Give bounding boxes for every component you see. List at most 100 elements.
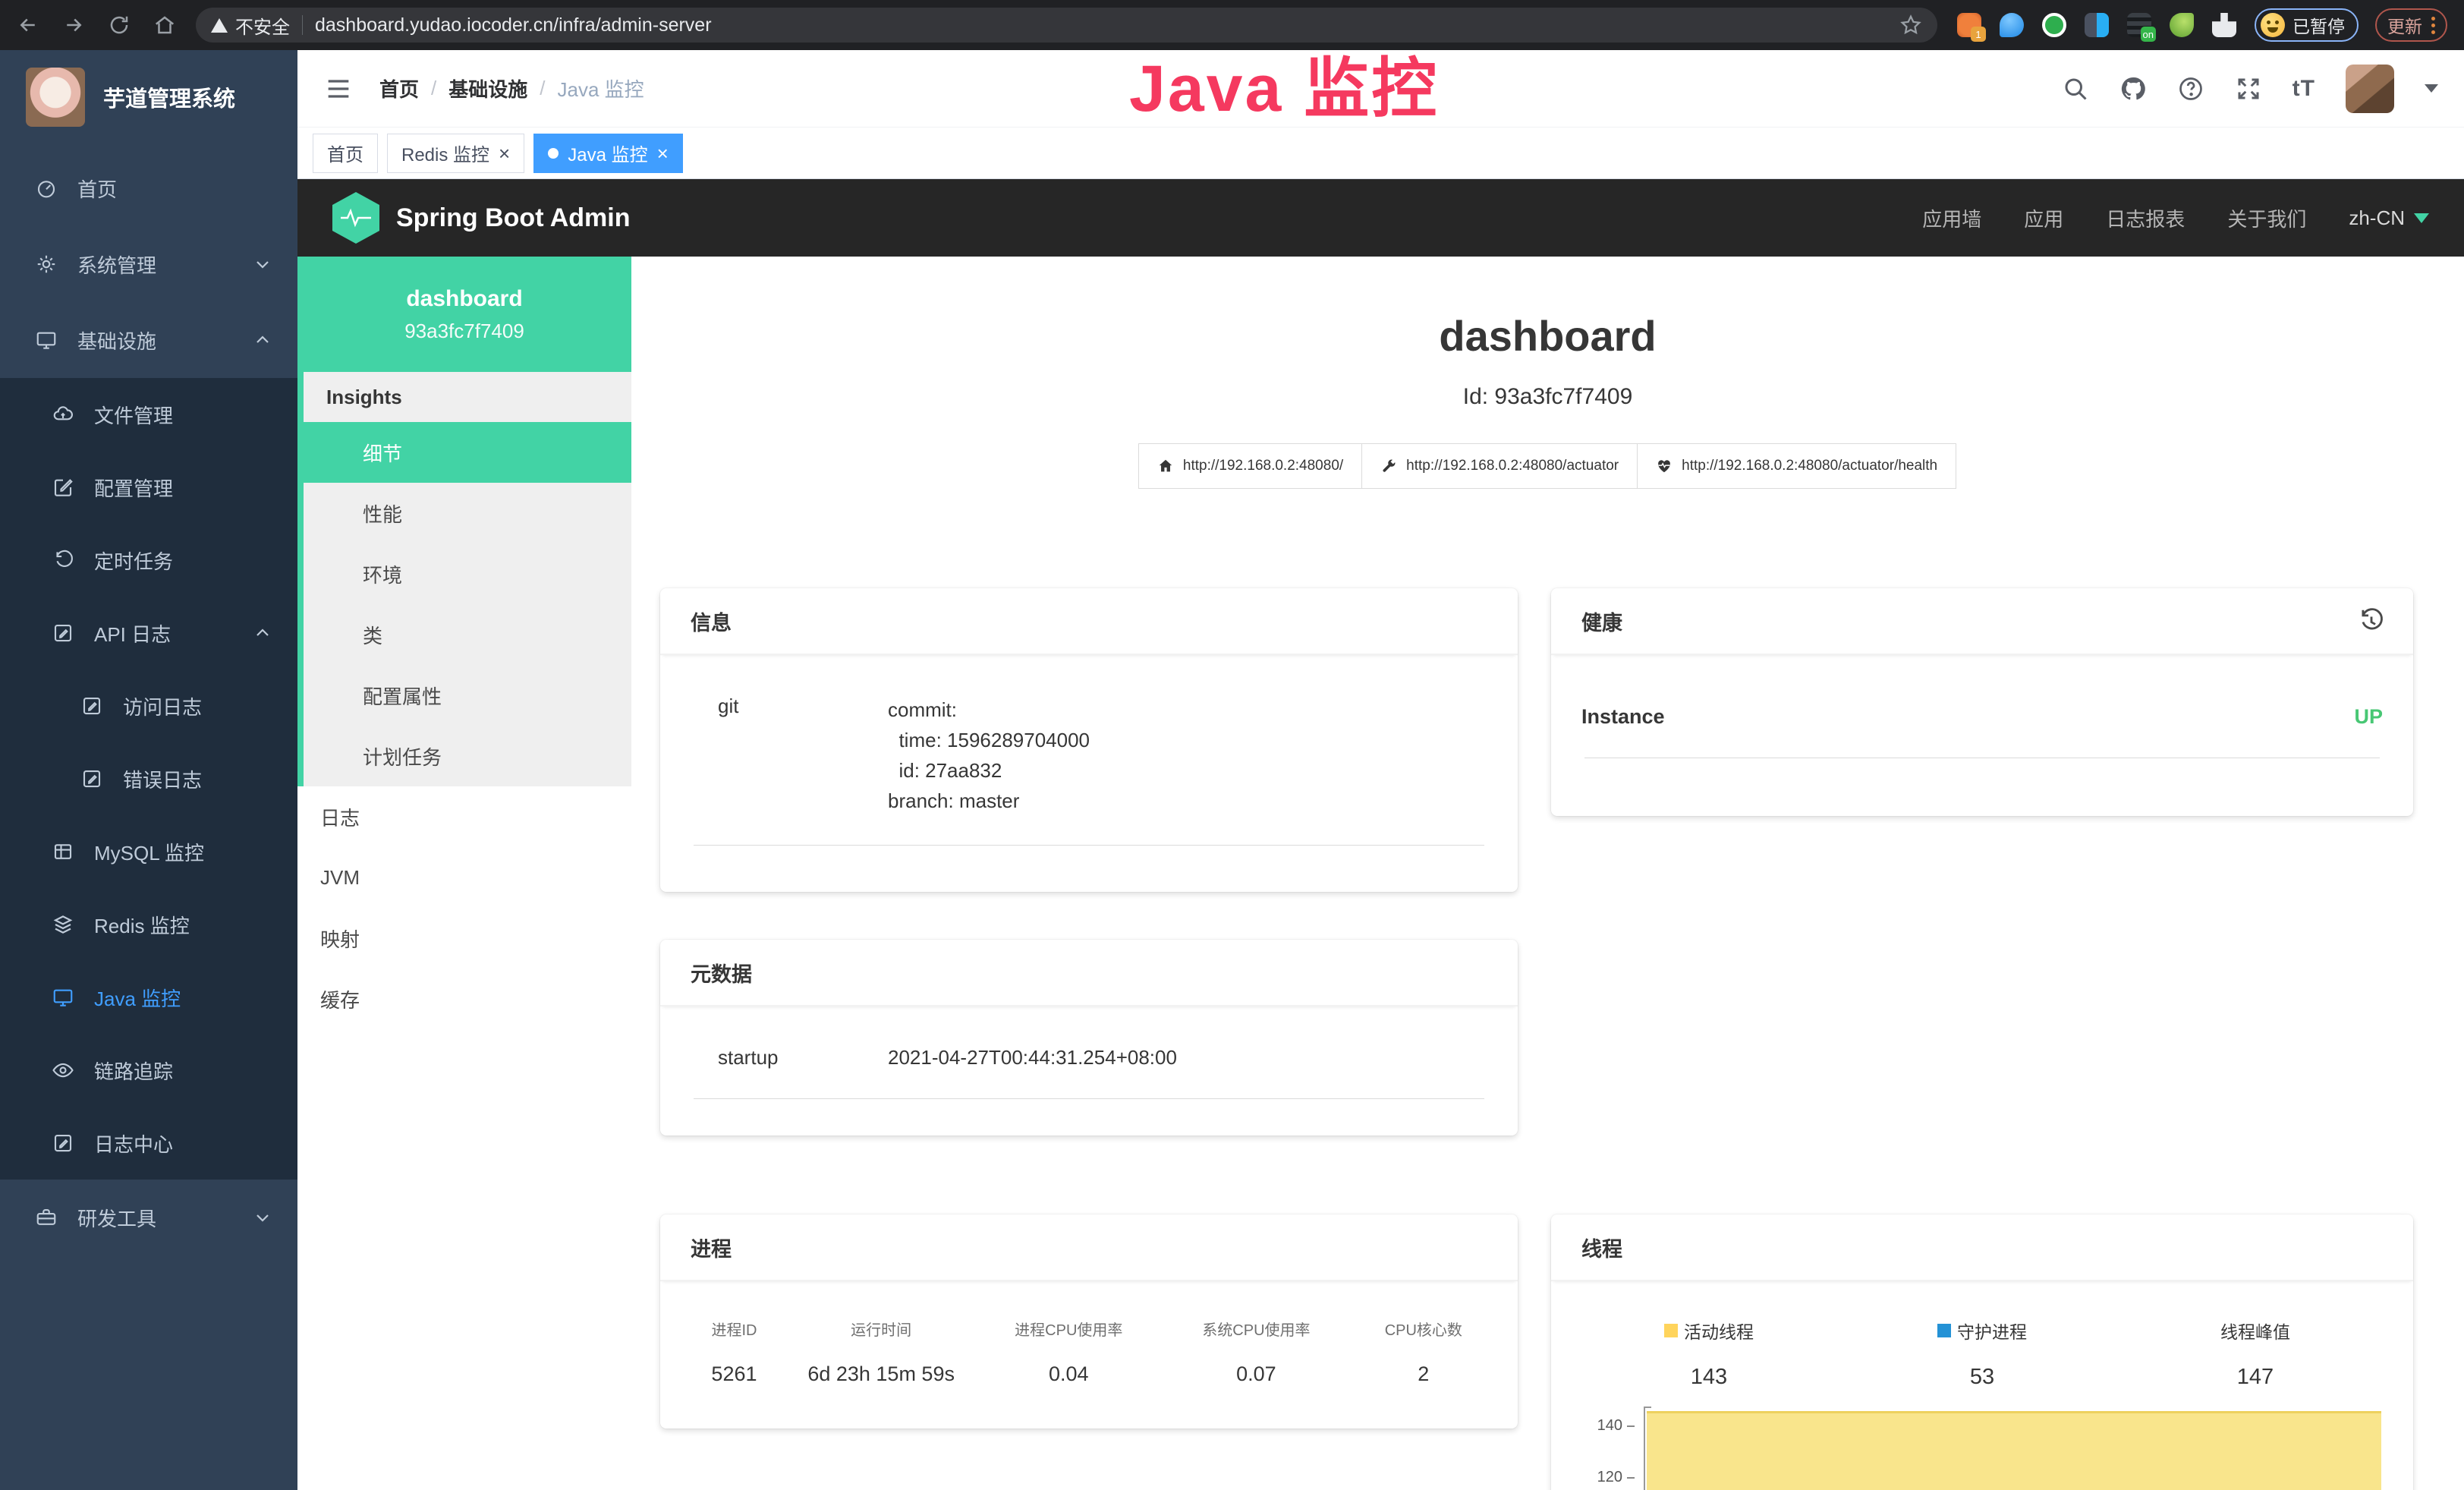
ext-puzzle-icon[interactable]	[2212, 13, 2236, 37]
tab-label: 首页	[327, 140, 363, 166]
github-icon[interactable]	[2119, 75, 2147, 102]
sba-menu-details[interactable]: 细节	[304, 422, 631, 483]
ext-green-circle-icon[interactable]	[2042, 13, 2066, 37]
breadcrumb-infra[interactable]: 基础设施	[448, 74, 527, 102]
sidebar-item-home[interactable]: 首页	[0, 150, 297, 226]
sba-instance-header[interactable]: dashboard 93a3fc7f7409	[297, 257, 631, 372]
url-text[interactable]: dashboard.yudao.iocoder.cn/infra/admin-s…	[315, 14, 712, 36]
bookmark-star-icon[interactable]	[1899, 14, 1922, 36]
section-insights[interactable]: Insights	[304, 372, 631, 422]
threads-chart: 140 120 100	[1572, 1405, 2392, 1490]
tab-java-monitor[interactable]: Java 监控 ×	[533, 134, 683, 173]
monitor-icon	[35, 329, 58, 351]
wrench-icon	[1380, 458, 1397, 474]
sidebar-item-label: 文件管理	[94, 401, 272, 429]
sba-nav-about[interactable]: 关于我们	[2227, 204, 2306, 232]
table-grid-icon	[52, 840, 74, 863]
back-icon[interactable]	[17, 14, 39, 36]
security-label[interactable]: 不安全	[235, 12, 290, 39]
sidebar-item-redis-monitor[interactable]: Redis 监控	[0, 888, 297, 961]
sba-menu-environment[interactable]: 环境	[304, 543, 631, 604]
sidebar-item-java-monitor[interactable]: Java 监控	[0, 961, 297, 1034]
sba-menu-logs[interactable]: 日志	[297, 786, 631, 847]
metadata-card-title: 元数据	[660, 940, 1518, 1006]
sidebar-item-access-log[interactable]: 访问日志	[0, 669, 297, 742]
sidebar-item-system[interactable]: 系统管理	[0, 226, 297, 302]
fullscreen-icon[interactable]	[2235, 75, 2262, 102]
ext-pin-icon[interactable]	[2000, 13, 2024, 37]
sidebar-item-dev-tools[interactable]: 研发工具	[0, 1180, 297, 1255]
health-instance-label: Instance	[1581, 705, 1665, 729]
ext-orange-icon[interactable]: 1	[1957, 13, 1981, 37]
sba-content: dashboard Id: 93a3fc7f7409 http://192.16…	[631, 257, 2464, 1490]
sba-brand-title[interactable]: Spring Boot Admin	[396, 203, 630, 233]
briefcase-icon	[35, 1206, 58, 1229]
metadata-key: startup	[691, 1046, 888, 1069]
sidebar-item-label: 日志中心	[94, 1129, 272, 1158]
legend-blue-swatch-icon	[1937, 1324, 1951, 1337]
ext-leaf-icon[interactable]	[2170, 13, 2194, 37]
sidebar-item-label: 访问日志	[123, 692, 272, 720]
sidebar-item-infra[interactable]: 基础设施	[0, 302, 297, 378]
sba-locale-select[interactable]: zh-CN	[2349, 206, 2429, 230]
font-size-icon[interactable]: tT	[2292, 76, 2315, 102]
sba-menu-classes[interactable]: 类	[304, 604, 631, 665]
app-logo-row[interactable]: 芋道管理系统	[0, 50, 297, 144]
process-card-title: 进程	[660, 1214, 1518, 1281]
metadata-card: 元数据 startup 2021-04-27T00:44:31.254+08:0…	[660, 940, 1518, 1136]
sba-menu-caches[interactable]: 缓存	[297, 969, 631, 1029]
actuator-url-button[interactable]: http://192.168.0.2:48080/actuator	[1361, 443, 1638, 489]
not-secure-warning-icon	[211, 18, 228, 33]
monitor-icon	[52, 986, 74, 1009]
status-badge: UP	[2354, 705, 2383, 729]
tab-home[interactable]: 首页	[313, 134, 378, 173]
app-title: 芋道管理系统	[103, 81, 235, 113]
user-avatar[interactable]	[2346, 65, 2394, 113]
log-edit-icon	[80, 695, 103, 717]
sidebar-item-label: Redis 监控	[94, 911, 272, 939]
sidebar-item-error-log[interactable]: 错误日志	[0, 742, 297, 815]
service-url-button[interactable]: http://192.168.0.2:48080/	[1138, 443, 1362, 489]
sba-nav-applications[interactable]: 应用	[2024, 204, 2063, 232]
tab-redis-monitor[interactable]: Redis 监控 ×	[387, 134, 524, 173]
search-icon[interactable]	[2062, 75, 2089, 102]
home-icon[interactable]	[153, 14, 176, 36]
sba-nav-wallboard[interactable]: 应用墙	[1922, 204, 1981, 232]
reload-icon[interactable]	[108, 14, 131, 36]
sba-menu-metrics[interactable]: 性能	[304, 483, 631, 543]
close-icon[interactable]: ×	[657, 143, 669, 163]
sidebar-item-tracing[interactable]: 链路追踪	[0, 1034, 297, 1107]
address-bar[interactable]: 不安全 dashboard.yudao.iocoder.cn/infra/adm…	[196, 8, 1937, 43]
sidebar-item-api-log[interactable]: API 日志	[0, 597, 297, 669]
sidebar-item-config-manage[interactable]: 配置管理	[0, 451, 297, 524]
sba-menu-jvm[interactable]: JVM	[297, 847, 631, 908]
sidebar-item-file-manage[interactable]: 文件管理	[0, 378, 297, 451]
hamburger-icon[interactable]	[323, 74, 354, 104]
sba-menu-mappings[interactable]: 映射	[297, 908, 631, 969]
sidebar-item-scheduled-jobs[interactable]: 定时任务	[0, 524, 297, 597]
insights-group: Insights 细节 性能 环境 类 配置属性 计划任务	[297, 372, 631, 786]
instance-links: http://192.168.0.2:48080/ http://192.168…	[631, 443, 2464, 489]
chrome-update-button[interactable]: 更新	[2375, 8, 2447, 42]
browser-menu-icon[interactable]	[2431, 17, 2435, 34]
ext-lines-icon[interactable]: on	[2127, 13, 2151, 37]
sba-menu-scheduled-tasks[interactable]: 计划任务	[304, 726, 631, 786]
sba-menu-config-props[interactable]: 配置属性	[304, 665, 631, 726]
help-icon[interactable]	[2177, 75, 2204, 102]
y-tick: 120	[1597, 1469, 1635, 1486]
sidebar-item-log-center[interactable]: 日志中心	[0, 1107, 297, 1180]
sba-nav-journal[interactable]: 日志报表	[2106, 204, 2185, 232]
avatar-caret-icon[interactable]	[2425, 84, 2438, 93]
health-url-button[interactable]: http://192.168.0.2:48080/actuator/health	[1637, 443, 1956, 489]
ext-grid-icon[interactable]	[2085, 13, 2109, 37]
gauge-icon	[35, 177, 58, 200]
ext-on-badge: on	[2141, 27, 2156, 42]
breadcrumb-home[interactable]: 首页	[379, 74, 419, 102]
history-icon[interactable]	[2357, 606, 2386, 635]
sidebar-item-mysql-monitor[interactable]: MySQL 监控	[0, 815, 297, 888]
profile-paused-chip[interactable]: 已暂停	[2255, 8, 2359, 42]
close-icon[interactable]: ×	[499, 143, 510, 163]
forward-icon[interactable]	[62, 14, 85, 36]
actuator-url: http://192.168.0.2:48080/actuator	[1406, 458, 1619, 474]
spring-boot-admin-logo[interactable]	[332, 192, 379, 244]
